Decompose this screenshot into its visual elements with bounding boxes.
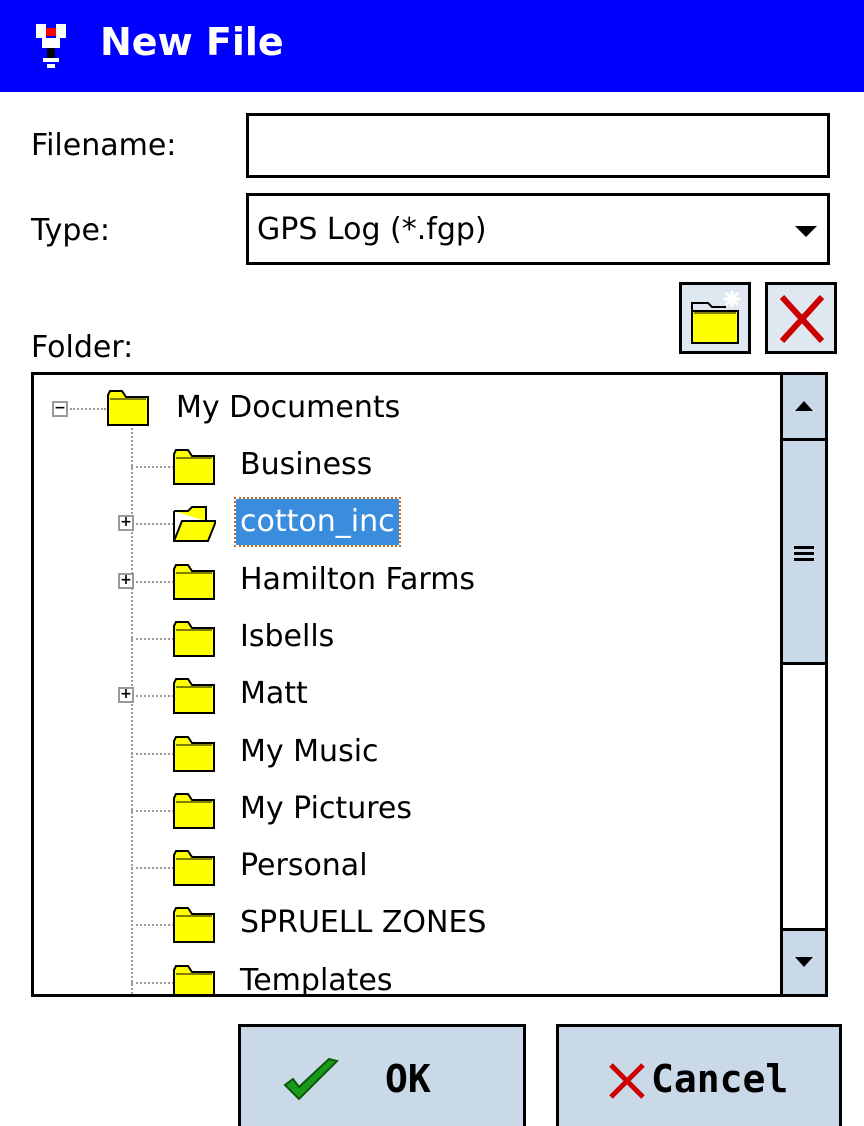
tree-connector xyxy=(131,752,174,755)
tree-item[interactable]: My Music xyxy=(34,729,784,785)
folder-tree[interactable]: − My Documents Business + cotton_inc + Hamil… xyxy=(31,372,828,997)
tree-connector xyxy=(136,580,174,583)
tree-connector xyxy=(131,809,174,812)
grip-line xyxy=(794,558,814,561)
folder-icon xyxy=(173,563,215,600)
ok-button[interactable]: OK xyxy=(238,1024,526,1126)
tree-connector xyxy=(136,523,174,526)
tree-connector xyxy=(136,695,174,698)
tree-item-label: Matt xyxy=(240,676,308,712)
tree-item[interactable]: Business xyxy=(34,442,784,498)
folder-icon xyxy=(173,907,215,944)
tree-item[interactable]: Isbells xyxy=(34,614,784,670)
tree-scrollbar[interactable] xyxy=(780,375,825,994)
tree-connector xyxy=(131,466,174,468)
tree-item-label: My Music xyxy=(240,733,379,769)
tree-connector xyxy=(131,867,174,870)
title-bar: New File xyxy=(0,0,864,92)
cancel-button[interactable]: Cancel xyxy=(556,1024,842,1126)
tree-item-label: Business xyxy=(240,447,373,482)
new-folder-button[interactable] xyxy=(679,282,751,354)
new-folder-icon xyxy=(691,291,740,344)
tree-item-label: Personal xyxy=(240,848,368,884)
tree-root-label: My Documents xyxy=(176,390,401,425)
chevron-up-icon xyxy=(795,401,813,411)
tree-item-label: Hamilton Farms xyxy=(240,561,476,597)
tree-item-label: Templates xyxy=(240,962,393,997)
tree-item[interactable]: + Matt xyxy=(34,671,784,727)
cancel-x-icon xyxy=(609,1063,645,1099)
delete-folder-button[interactable] xyxy=(765,282,837,354)
scroll-up-button[interactable] xyxy=(783,375,825,441)
checkmark-icon xyxy=(283,1057,339,1101)
folder-icon xyxy=(173,678,215,715)
folder-icon xyxy=(173,449,215,485)
expand-icon[interactable]: + xyxy=(118,572,134,589)
type-selected-value: GPS Log (*.fgp) xyxy=(257,212,487,247)
tree-item[interactable]: + cotton_inc xyxy=(34,497,784,555)
grip-line xyxy=(794,552,814,555)
ok-label: OK xyxy=(385,1057,431,1101)
folder-icon xyxy=(173,850,215,887)
folder-icon xyxy=(173,620,215,657)
cancel-label: Cancel xyxy=(651,1057,789,1101)
grip-line xyxy=(794,546,814,549)
scroll-down-button[interactable] xyxy=(783,928,825,994)
expand-icon[interactable]: + xyxy=(118,687,134,704)
tree-item-label: My Pictures xyxy=(240,790,412,826)
tree-item-label: SPRUELL ZONES xyxy=(240,905,487,941)
tree-connector xyxy=(70,408,106,410)
filename-input[interactable] xyxy=(246,113,830,178)
type-label: Type: xyxy=(31,213,111,248)
app-gps-icon xyxy=(36,24,66,68)
tree-connector xyxy=(131,637,174,640)
tree-root-row[interactable]: − My Documents xyxy=(34,385,784,441)
tree-item[interactable]: Templates xyxy=(34,958,784,997)
scroll-thumb[interactable] xyxy=(783,441,825,665)
folder-label: Folder: xyxy=(31,330,134,365)
folder-icon xyxy=(173,964,215,994)
tree-item[interactable]: + Hamilton Farms xyxy=(34,557,784,613)
folder-icon xyxy=(173,735,215,772)
expand-icon[interactable]: + xyxy=(118,515,134,532)
tree-connector xyxy=(131,981,174,984)
tree-item[interactable]: Personal xyxy=(34,843,784,899)
tree-item[interactable]: SPRUELL ZONES xyxy=(34,900,784,956)
chevron-down-icon xyxy=(795,957,813,967)
filename-label: Filename: xyxy=(31,128,177,163)
tree-item[interactable]: My Pictures xyxy=(34,786,784,842)
tree-item-label: Isbells xyxy=(240,618,335,654)
tree-item-label: cotton_inc xyxy=(234,497,401,548)
open-folder-icon xyxy=(173,506,216,543)
type-dropdown[interactable]: GPS Log (*.fgp) xyxy=(246,193,830,265)
chevron-down-icon[interactable] xyxy=(795,226,817,237)
collapse-icon[interactable]: − xyxy=(52,401,68,417)
delete-icon xyxy=(779,294,825,344)
folder-icon xyxy=(173,792,215,829)
folder-icon xyxy=(107,390,149,426)
tree-connector xyxy=(131,924,174,927)
window-title: New File xyxy=(100,20,284,64)
